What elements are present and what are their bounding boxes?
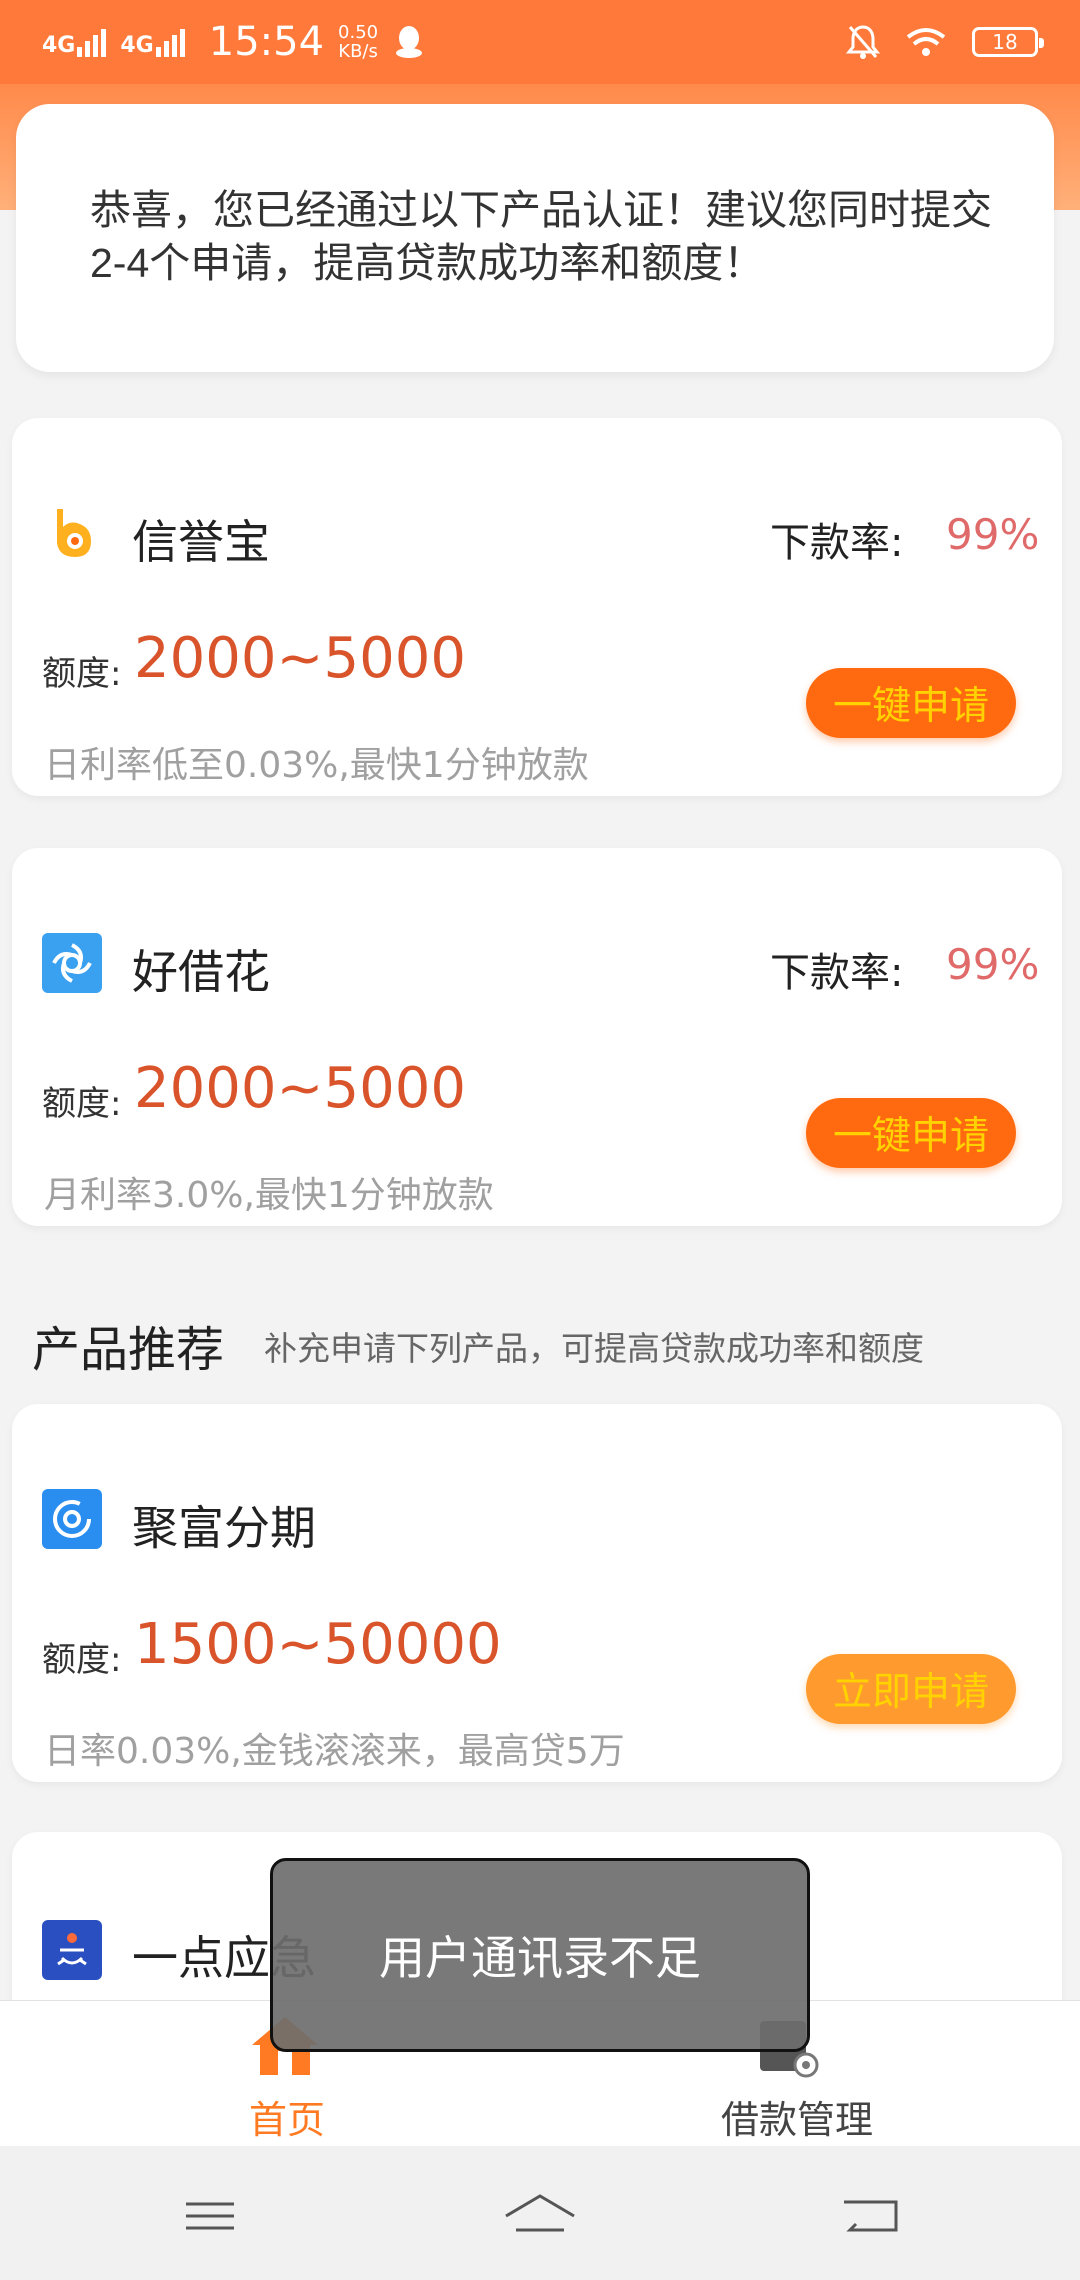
status-bar: 4G 4G 15:54 0.50 KB/s 18 bbox=[0, 0, 1080, 84]
speed-unit: KB/s bbox=[338, 41, 378, 62]
clock: 15:54 bbox=[208, 19, 325, 65]
signal-2-icon: 4G bbox=[120, 27, 185, 58]
product-name: 信誉宝 bbox=[132, 515, 270, 569]
tab-home-label: 首页 bbox=[248, 2098, 325, 2142]
apply-button[interactable]: 一键申请 bbox=[806, 1098, 1016, 1168]
rate-label: 下款率: bbox=[770, 520, 904, 566]
battery-level: 18 bbox=[992, 30, 1018, 54]
product-card-xinyubao[interactable]: 信誉宝 下款率: 99% 额度: 2000~5000 日利率低至0.03%,最快… bbox=[12, 418, 1062, 796]
toast-message: 用户通讯录不足 bbox=[270, 1858, 810, 2052]
product-name: 好借花 bbox=[132, 945, 270, 999]
quota-value: 2000~5000 bbox=[134, 1056, 466, 1121]
section-subtitle: 补充申请下列产品，可提高贷款成功率和额度 bbox=[264, 1329, 924, 1368]
network-type-1: 4G bbox=[42, 33, 76, 58]
notice-card: 恭喜，您已经通过以下产品认证！建议您同时提交2-4个申请，提高贷款成功率和额度！ bbox=[16, 104, 1054, 372]
xinyubao-logo-icon bbox=[42, 503, 102, 563]
home-nav-icon[interactable] bbox=[500, 2186, 580, 2246]
quota-value: 2000~5000 bbox=[134, 626, 466, 691]
quota-label: 额度: bbox=[42, 654, 122, 694]
quota-value: 1500~50000 bbox=[134, 1612, 502, 1677]
haojiehua-logo-icon bbox=[42, 933, 102, 993]
product-card-jufu[interactable]: 聚富分期 额度: 1500~50000 日率0.03%,金钱滚滚来，最高贷5万 … bbox=[12, 1404, 1062, 1782]
tab-loan-label: 借款管理 bbox=[720, 2098, 873, 2142]
menu-icon[interactable] bbox=[170, 2186, 250, 2246]
rate-label: 下款率: bbox=[770, 950, 904, 996]
quota-label: 额度: bbox=[42, 1640, 122, 1680]
section-title: 产品推荐 bbox=[32, 1322, 225, 1378]
product-name: 聚富分期 bbox=[132, 1501, 316, 1555]
product-card-haojiehua[interactable]: 好借花 下款率: 99% 额度: 2000~5000 月利率3.0%,最快1分钟… bbox=[12, 848, 1062, 1226]
product-description: 日率0.03%,金钱滚滚来，最高贷5万 bbox=[44, 1731, 625, 1772]
rate-value: 99% bbox=[946, 940, 1040, 989]
battery-icon: 18 bbox=[972, 27, 1044, 57]
mute-bell-icon bbox=[846, 25, 880, 59]
signal-1-icon: 4G bbox=[42, 27, 107, 58]
speed-value: 0.50 bbox=[338, 22, 379, 43]
wifi-icon bbox=[906, 28, 946, 56]
apply-now-button[interactable]: 立即申请 bbox=[806, 1654, 1016, 1724]
apply-button[interactable]: 一键申请 bbox=[806, 668, 1016, 738]
product-description: 日利率低至0.03%,最快1分钟放款 bbox=[44, 745, 589, 786]
notice-text: 恭喜，您已经通过以下产品认证！建议您同时提交2-4个申请，提高贷款成功率和额度！ bbox=[90, 187, 992, 286]
network-speed: 0.50 KB/s bbox=[338, 23, 378, 61]
back-icon[interactable] bbox=[830, 2186, 910, 2246]
system-nav-bar bbox=[0, 2146, 1080, 2280]
yidian-logo-icon bbox=[42, 1920, 102, 1980]
rate-value: 99% bbox=[946, 510, 1040, 559]
quota-label: 额度: bbox=[42, 1084, 122, 1124]
qq-icon bbox=[396, 26, 423, 58]
network-type-2: 4G bbox=[120, 33, 154, 58]
product-description: 月利率3.0%,最快1分钟放款 bbox=[44, 1175, 494, 1216]
jufu-logo-icon bbox=[42, 1489, 102, 1549]
